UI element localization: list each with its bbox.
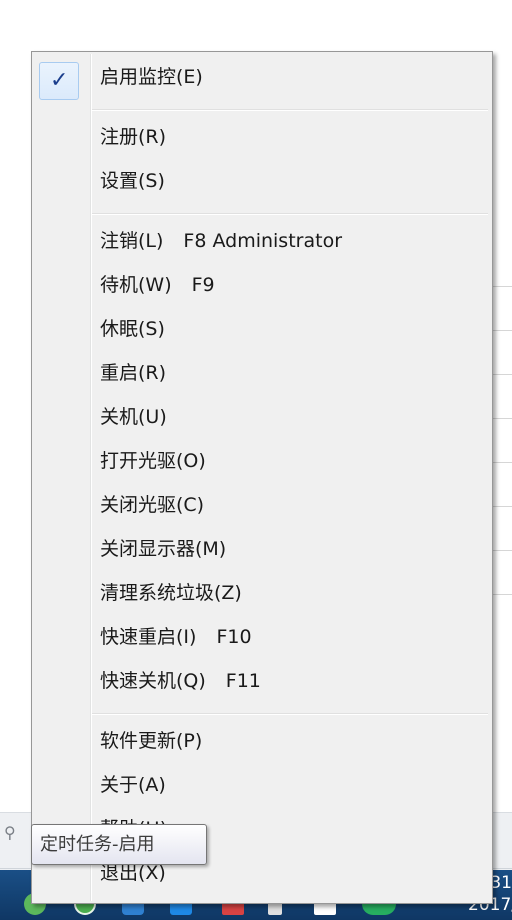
menu-item-label: 休眠(S) <box>100 318 165 340</box>
pin-icon[interactable]: ⚲ <box>4 824 22 842</box>
checked-indicator: ✓ <box>39 62 79 100</box>
background-line <box>490 594 512 595</box>
background-line <box>490 330 512 331</box>
menu-item[interactable]: 启用监控(E) <box>100 59 203 95</box>
menu-item-label: 快速重启(I) <box>100 626 197 648</box>
background-line <box>490 374 512 375</box>
menu-item[interactable]: 设置(S) <box>100 163 165 199</box>
background-line <box>490 286 512 287</box>
menu-item-label: 启用监控(E) <box>100 66 203 88</box>
background-line <box>490 462 512 463</box>
menu-gutter <box>90 54 92 901</box>
menu-item[interactable]: 关于(A) <box>100 767 166 803</box>
tooltip: 定时任务-启用 <box>31 824 207 865</box>
menu-item-label: 退出(X) <box>100 862 166 884</box>
menu-separator <box>92 713 488 715</box>
context-menu: ✓ 启用监控(E) 注册(R) 设置(S) 注销(L) F8 Administrator… <box>31 51 493 904</box>
menu-item[interactable]: 注册(R) <box>100 119 166 155</box>
menu-item[interactable]: 重启(R) <box>100 355 166 391</box>
menu-separator <box>92 213 488 215</box>
menu-item-shortcut: F8 Administrator <box>183 230 342 252</box>
background-line <box>490 550 512 551</box>
menu-item-shortcut: F11 <box>225 670 261 692</box>
checkmark-icon: ✓ <box>50 68 69 93</box>
menu-separator <box>92 109 488 111</box>
menu-item-label: 待机(W) <box>100 274 172 296</box>
menu-item-label: 打开光驱(O) <box>100 450 206 472</box>
menu-item[interactable]: 关机(U) <box>100 399 167 435</box>
menu-item-label: 注册(R) <box>100 126 167 148</box>
menu-item-label: 注销(L) <box>100 230 164 252</box>
menu-item-label: 快速关机(Q) <box>100 670 206 692</box>
menu-item[interactable]: 关闭显示器(M) <box>100 531 226 567</box>
menu-item[interactable]: 休眠(S) <box>100 311 165 347</box>
menu-item[interactable]: 快速关机(Q) F11 <box>100 663 261 699</box>
menu-item-label: 关机(U) <box>100 406 167 428</box>
menu-item-label: 关闭光驱(C) <box>100 494 205 516</box>
menu-item[interactable]: 快速重启(I) F10 <box>100 619 252 655</box>
menu-item-label: 重启(R) <box>100 362 167 384</box>
menu-item-label: 关闭显示器(M) <box>100 538 227 560</box>
menu-item-label: 软件更新(P) <box>100 730 203 752</box>
menu-item-label: 设置(S) <box>100 170 165 192</box>
menu-item-label: 关于(A) <box>100 774 166 796</box>
menu-item[interactable]: 待机(W) F9 <box>100 267 215 303</box>
menu-item-shortcut: F9 <box>191 274 215 296</box>
menu-item-label: 清理系统垃圾(Z) <box>100 582 242 604</box>
background-line <box>490 506 512 507</box>
menu-item[interactable]: 软件更新(P) <box>100 723 202 759</box>
menu-item-shortcut: F10 <box>216 626 252 648</box>
background-line <box>490 418 512 419</box>
menu-item[interactable]: 注销(L) F8 Administrator <box>100 223 342 259</box>
menu-item[interactable]: 清理系统垃圾(Z) <box>100 575 242 611</box>
menu-item[interactable]: 关闭光驱(C) <box>100 487 204 523</box>
menu-item[interactable]: 打开光驱(O) <box>100 443 206 479</box>
